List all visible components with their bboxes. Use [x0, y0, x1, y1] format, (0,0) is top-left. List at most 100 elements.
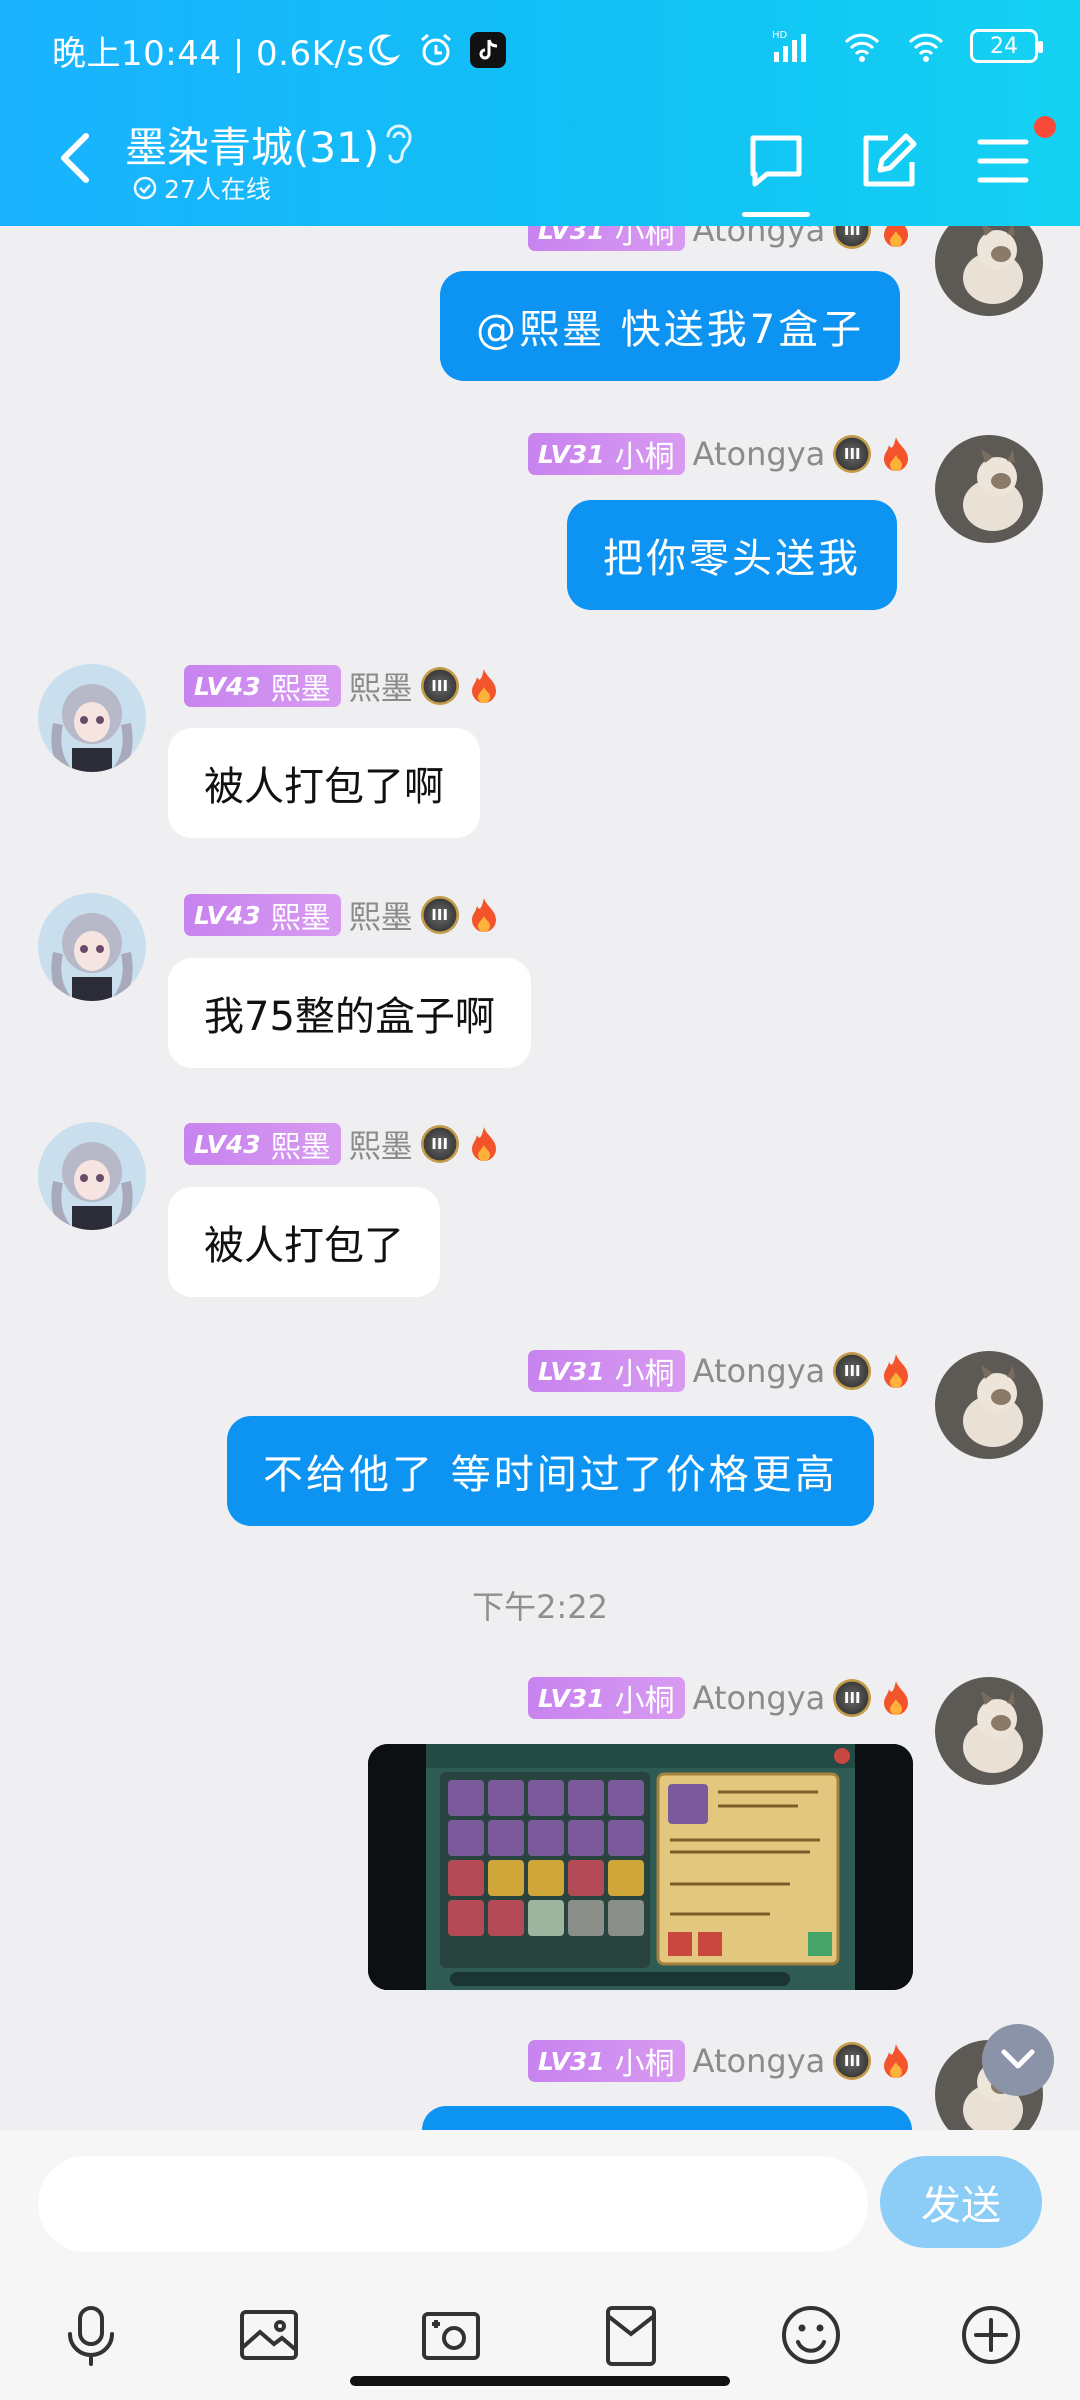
svg-text:HD: HD [772, 30, 788, 41]
avatar[interactable] [38, 1122, 146, 1230]
avatar[interactable] [935, 1677, 1043, 1785]
message-bubble[interactable] [422, 2106, 912, 2130]
sender-meta: LV43 熙墨 熙墨 III [184, 1121, 501, 1167]
rank-badge-icon: III [833, 1352, 872, 1390]
sender-name: Atongya [692, 226, 826, 249]
fire-icon [884, 2044, 909, 2078]
battery-level: 24 [990, 33, 1018, 59]
rank-badge-icon: III [420, 896, 459, 934]
message-bubble[interactable]: @熙墨 快送我7盒子 [440, 271, 901, 381]
cat-avatar-icon [935, 1677, 1043, 1785]
fire-icon [471, 1127, 496, 1161]
anime-girl-avatar-icon [38, 664, 146, 772]
ear-icon[interactable] [378, 118, 420, 166]
fire-icon [884, 226, 909, 247]
cat-avatar-icon [935, 226, 1043, 316]
sender-name: Atongya [692, 2042, 826, 2080]
wifi-icon-2 [908, 33, 944, 62]
red-packet-icon[interactable] [598, 2302, 664, 2368]
moon-icon [369, 34, 401, 66]
status-bar: 晚上10:44 | 0.6K/s HD 24 [0, 0, 1080, 100]
rank-badge-icon: III [833, 435, 872, 473]
sender-meta: LV31 小桐 Atongya III [528, 433, 913, 475]
level-badge: LV31 小桐 [528, 226, 685, 251]
avatar[interactable] [935, 226, 1043, 316]
image-icon[interactable] [236, 2302, 302, 2368]
sender-meta: LV31 小桐 Atongya III [528, 2040, 913, 2082]
top-header: 晚上10:44 | 0.6K/s HD 24 墨染青城(31) 27人在线 [0, 0, 1080, 226]
edit-icon[interactable] [858, 130, 920, 192]
avatar[interactable] [38, 893, 146, 1001]
avatar[interactable] [38, 664, 146, 772]
avatar[interactable] [935, 435, 1043, 543]
image-message[interactable] [368, 1744, 913, 1990]
game-screenshot-image [368, 1744, 913, 1990]
chat-tab-icon[interactable] [745, 130, 807, 192]
online-count: 27人在线 [132, 170, 271, 206]
chevron-down-icon [1001, 2049, 1035, 2069]
sender-name: 熙墨 [348, 1127, 413, 1165]
sender-meta: LV31 小桐 Atongya III [528, 226, 913, 251]
level-badge: LV31 小桐 [528, 1677, 685, 1719]
emoji-icon[interactable] [778, 2302, 844, 2368]
sender-meta: LV43 熙墨 熙墨 III [184, 892, 501, 938]
back-icon[interactable] [50, 128, 100, 188]
sender-name: 熙墨 [348, 898, 413, 936]
message-input[interactable] [38, 2156, 868, 2252]
wifi-icon [844, 33, 880, 62]
scroll-to-bottom-button[interactable] [982, 2024, 1054, 2096]
tiktok-icon [470, 32, 506, 68]
home-indicator[interactable] [350, 2376, 730, 2386]
rank-badge-icon: III [420, 1125, 459, 1163]
message-bubble[interactable]: 把你零头送我 [567, 500, 897, 610]
level-badge: LV43 熙墨 [184, 1123, 341, 1165]
fire-icon [471, 898, 496, 932]
fire-icon [884, 437, 909, 471]
rank-badge-icon: III [833, 226, 872, 249]
cat-avatar-icon [935, 435, 1043, 543]
message-bubble[interactable]: 被人打包了 [168, 1187, 440, 1297]
rank-badge-icon: III [420, 667, 459, 705]
sender-name: Atongya [692, 1679, 826, 1717]
anime-girl-avatar-icon [38, 893, 146, 1001]
input-panel: 发送 [0, 2130, 1080, 2400]
camera-icon[interactable] [418, 2302, 484, 2368]
cat-avatar-icon [935, 1351, 1043, 1459]
timestamp: 下午2:22 [472, 1588, 608, 1626]
level-badge: LV43 熙墨 [184, 665, 341, 707]
fire-icon [884, 1681, 909, 1715]
message-bubble[interactable]: 被人打包了啊 [168, 728, 480, 838]
sender-name: Atongya [692, 1352, 826, 1390]
menu-icon[interactable] [972, 130, 1034, 192]
send-button[interactable]: 发送 [880, 2156, 1042, 2248]
group-title[interactable]: 墨染青城(31) [125, 114, 379, 175]
rank-badge-icon: III [833, 1679, 872, 1717]
notification-dot [1034, 116, 1056, 138]
fire-icon [471, 669, 496, 703]
avatar[interactable] [935, 1351, 1043, 1459]
plus-icon[interactable] [958, 2302, 1024, 2368]
sender-meta: LV31 小桐 Atongya III [528, 1677, 913, 1719]
status-left-icons [362, 30, 506, 70]
level-badge: LV31 小桐 [528, 1350, 685, 1392]
title-row: 墨染青城(31) 27人在线 [0, 100, 1080, 226]
level-badge: LV31 小桐 [528, 2040, 685, 2082]
status-time: 晚上10:44 | 0.6K/s [52, 34, 365, 74]
level-badge: LV31 小桐 [528, 433, 685, 475]
active-tab-indicator [742, 212, 810, 217]
level-badge: LV43 熙墨 [184, 894, 341, 936]
sender-name: Atongya [692, 435, 826, 473]
online-label: 27人在线 [164, 175, 271, 204]
sender-meta: LV43 熙墨 熙墨 III [184, 663, 501, 709]
fire-icon [884, 1354, 909, 1388]
battery-icon: 24 [970, 29, 1043, 63]
message-bubble[interactable]: 我75整的盒子啊 [168, 958, 531, 1068]
check-circle-icon [133, 176, 157, 200]
chat-area[interactable]: LV31 小桐 Atongya III @熙墨 快送我7盒子 LV31 小桐 Ato… [0, 226, 1080, 2130]
message-bubble[interactable]: 不给他了 等时间过了价格更高 [227, 1416, 874, 1526]
sender-meta: LV31 小桐 Atongya III [528, 1350, 913, 1392]
mic-icon[interactable] [58, 2302, 124, 2368]
signal-icon: HD [772, 30, 806, 62]
alarm-icon [421, 33, 451, 66]
status-right-icons: HD 24 [770, 26, 1043, 66]
